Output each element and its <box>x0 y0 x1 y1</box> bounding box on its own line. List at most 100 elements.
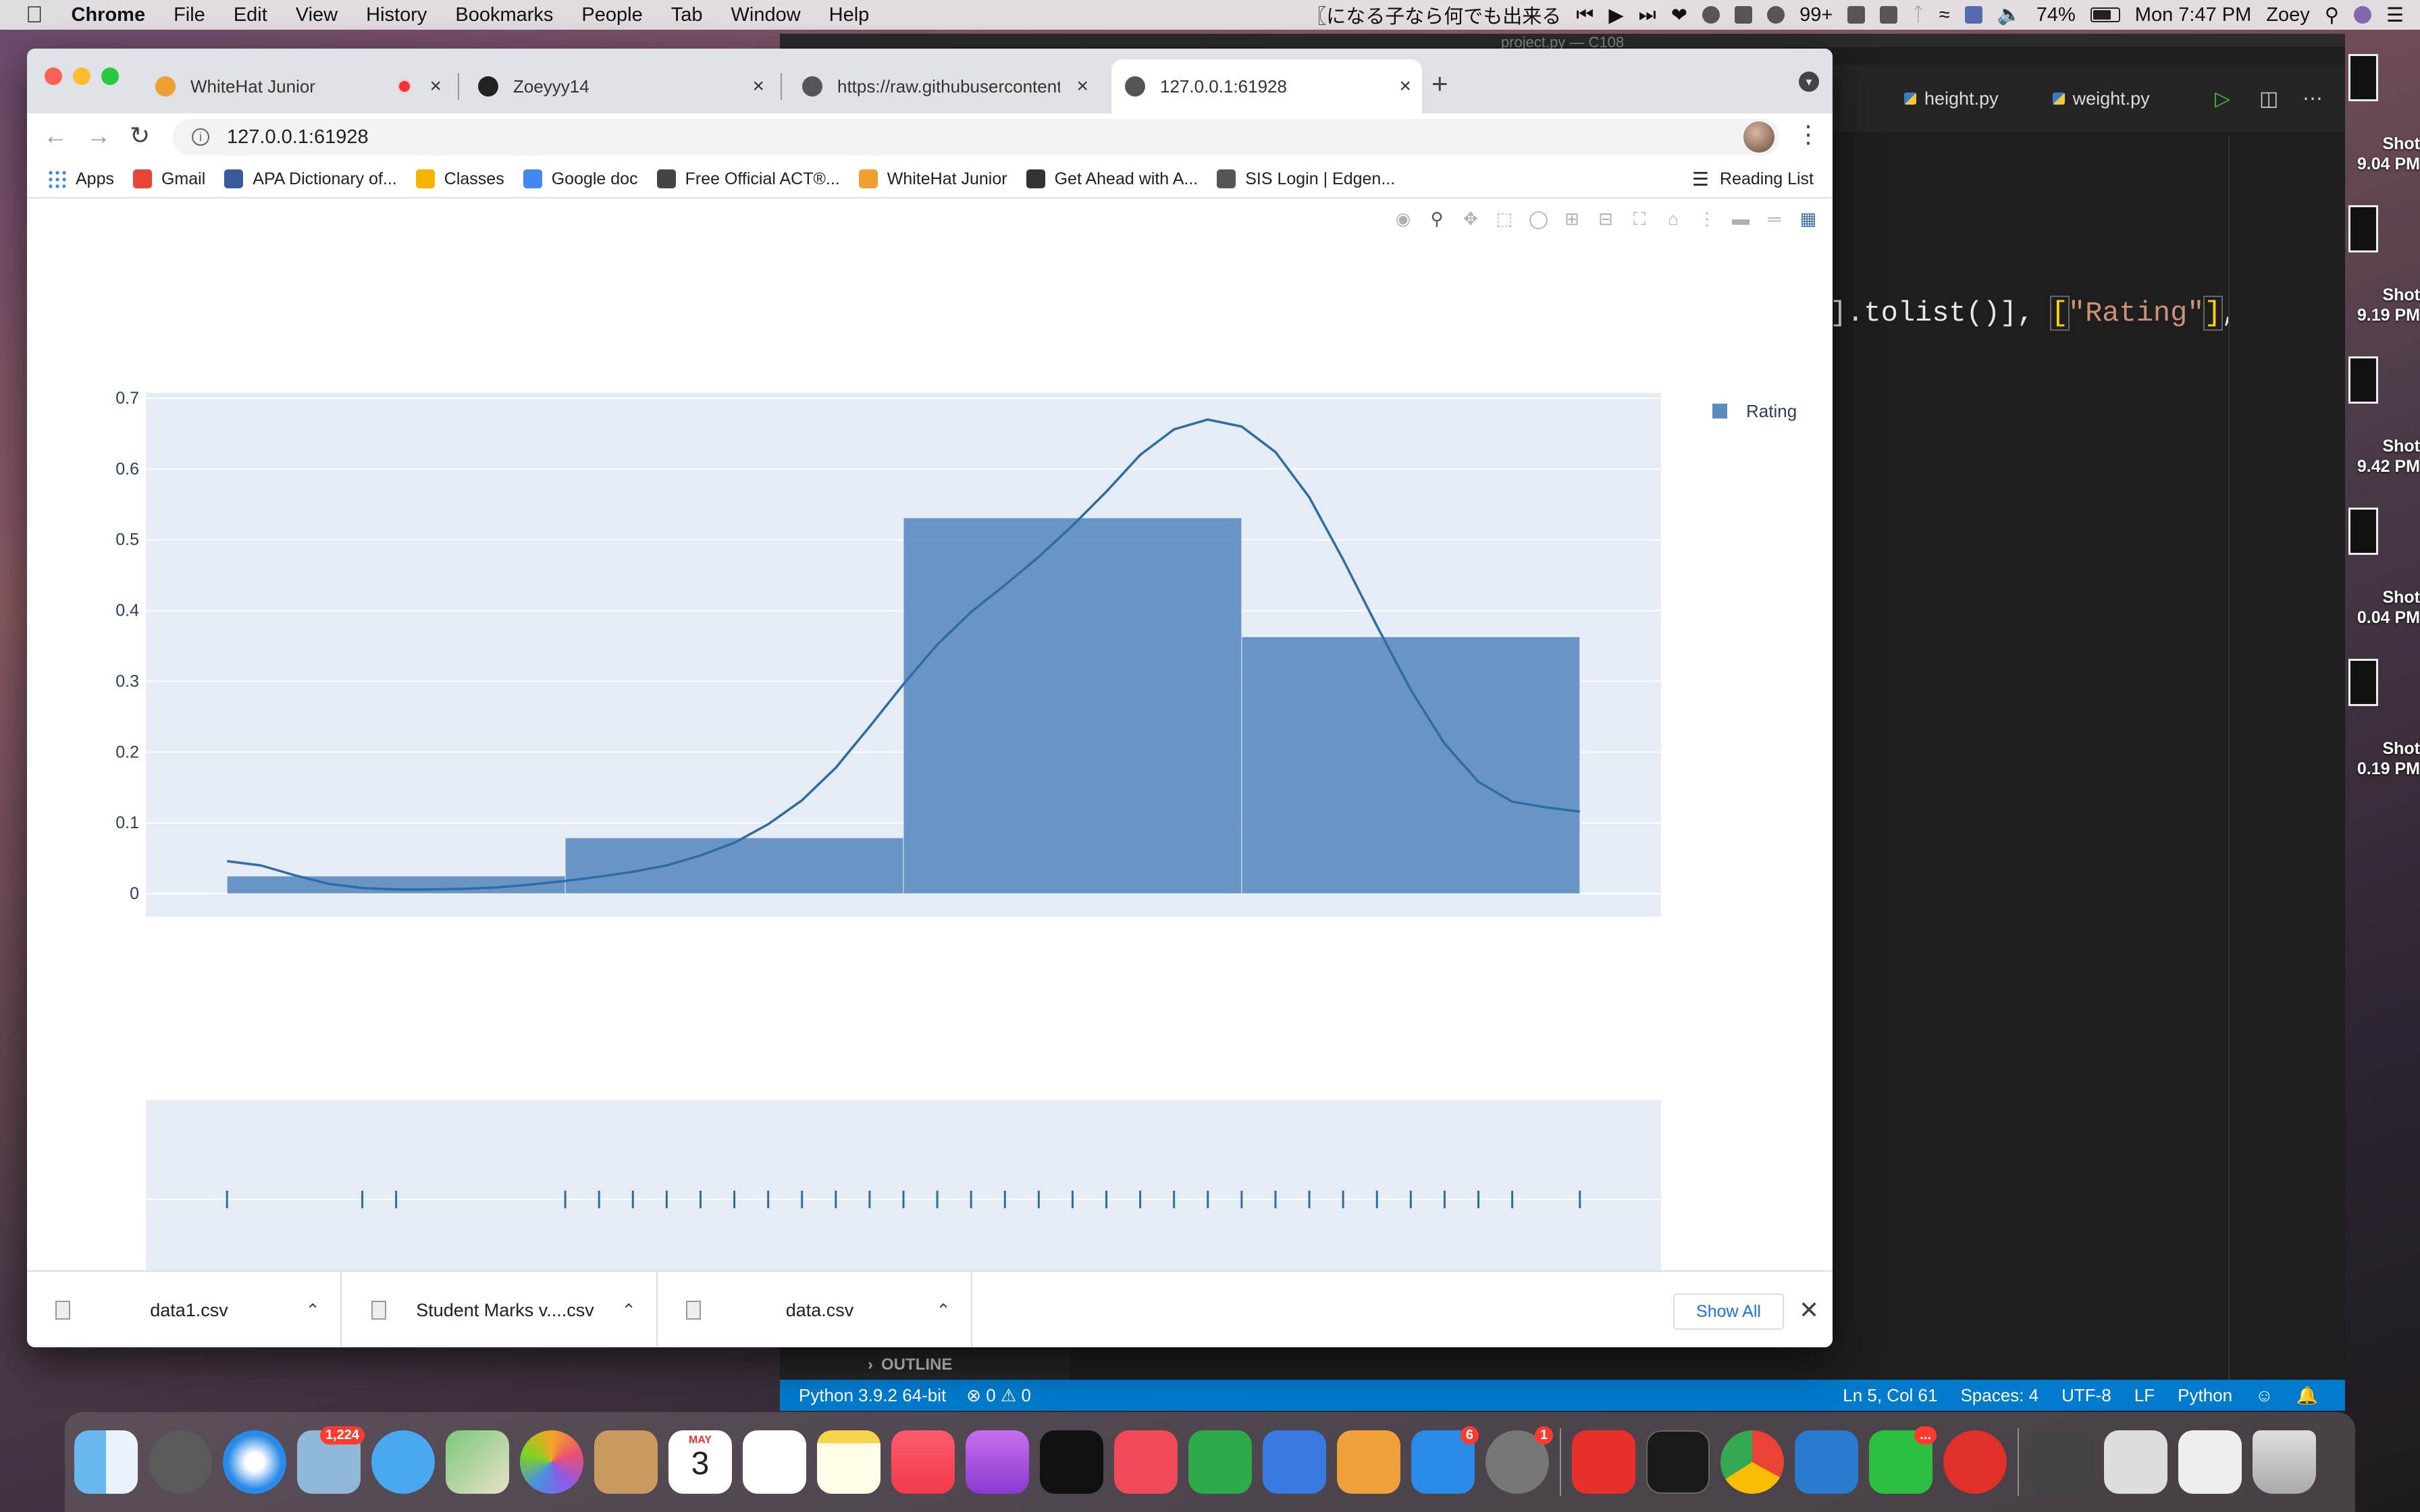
maps-icon[interactable] <box>446 1430 509 1494</box>
close-tab-icon[interactable]: × <box>752 75 764 98</box>
chevron-up-icon[interactable]: ⌃ <box>936 1300 951 1321</box>
notes-icon[interactable] <box>817 1430 880 1494</box>
browser-tab[interactable]: WhiteHat Junior × <box>142 59 452 113</box>
heart-icon[interactable]: ❤ <box>1671 3 1687 27</box>
site-info-icon[interactable]: i <box>192 128 209 146</box>
minimap[interactable] <box>2228 135 2330 1404</box>
minimize-window-button[interactable] <box>73 68 90 85</box>
code-line[interactable]: ].tolist()], ["Rating"], <box>1830 296 2238 331</box>
wifi-icon[interactable]: ≈ <box>1939 4 1950 26</box>
youdao-icon[interactable] <box>1572 1430 1635 1494</box>
volume-icon[interactable]: 🔈 <box>1997 3 2022 26</box>
new-tab-icon[interactable]: + <box>1431 68 1448 100</box>
menu-item-history[interactable]: History <box>366 4 427 26</box>
contacts-icon[interactable] <box>594 1430 658 1494</box>
photos-icon[interactable] <box>520 1430 583 1494</box>
outline-section[interactable]: › OUTLINE <box>780 1350 1070 1380</box>
close-tab-icon[interactable]: × <box>429 75 442 98</box>
more-actions-icon[interactable]: ⋯ <box>2303 87 2323 111</box>
bell-icon[interactable]: 🔔 <box>2296 1385 2318 1406</box>
run-icon[interactable]: ▷ <box>2215 87 2230 111</box>
calendar-icon[interactable]: MAY 3 <box>668 1430 732 1494</box>
notification-center-icon[interactable]: ☰ <box>2386 3 2404 27</box>
airplay-icon[interactable] <box>1880 6 1898 24</box>
more-menu-icon[interactable]: ⋮ <box>1796 120 1820 148</box>
finder-icon[interactable] <box>74 1430 138 1494</box>
zoom-window-button[interactable] <box>101 68 119 85</box>
bookmark-item[interactable]: Classes <box>415 169 504 189</box>
close-tab-icon[interactable]: × <box>1399 75 1411 98</box>
sync-icon[interactable] <box>1702 6 1720 24</box>
language-mode[interactable]: Python <box>2178 1385 2232 1406</box>
vscode-tab-weight[interactable]: weight.py <box>2026 88 2177 109</box>
download-item[interactable]: Student Marks v....csv ⌃ <box>343 1272 658 1347</box>
menu-item-file[interactable]: File <box>174 4 205 26</box>
clock[interactable]: Mon 7:47 PM <box>2135 4 2251 26</box>
apple-icon[interactable]:  <box>26 2 43 28</box>
messages-icon[interactable] <box>371 1430 435 1494</box>
recent-window-thumbnail[interactable] <box>2030 1430 2093 1494</box>
podcasts-icon[interactable] <box>966 1430 1029 1494</box>
bookmark-item[interactable]: Free Official ACT®... <box>656 169 840 189</box>
avatar[interactable] <box>1743 122 1774 153</box>
reading-list-button[interactable]: ☰ Reading List <box>1692 168 1814 190</box>
browser-tab[interactable]: https://raw.githubusercontent... × <box>789 59 1099 113</box>
numbers-icon[interactable] <box>1188 1430 1252 1494</box>
chevron-up-icon[interactable]: ⌃ <box>305 1300 320 1321</box>
close-window-button[interactable] <box>45 68 62 85</box>
chrome-icon[interactable] <box>1720 1430 1784 1494</box>
encoding[interactable]: UTF-8 <box>2061 1385 2111 1406</box>
siri-icon[interactable] <box>2354 6 2371 24</box>
menu-item-people[interactable]: People <box>581 4 642 26</box>
address-bar[interactable]: i 127.0.0.1:61928 ☆ <box>173 119 1780 155</box>
keynote-icon[interactable] <box>1263 1430 1326 1494</box>
url-text[interactable]: 127.0.0.1:61928 <box>227 126 369 148</box>
netease-music-icon[interactable] <box>1943 1430 2007 1494</box>
safari-icon[interactable] <box>223 1430 286 1494</box>
now-playing-text[interactable]: 〖になる子なら何でも出来る <box>1307 1 1561 29</box>
menu-item-help[interactable]: Help <box>829 4 870 26</box>
bookmark-item[interactable]: APA Dictionary of... <box>224 169 397 189</box>
bookmark-item[interactable]: SIS Login | Edgen... <box>1217 169 1395 189</box>
line-ending[interactable]: LF <box>2134 1385 2155 1406</box>
bluetooth-icon[interactable]: ᛏ <box>1912 4 1924 26</box>
feedback-icon[interactable]: ☺ <box>2255 1385 2273 1406</box>
launchpad-icon[interactable] <box>149 1430 212 1494</box>
chevron-up-icon[interactable]: ⌃ <box>621 1300 636 1321</box>
browser-tab[interactable]: Zoeyyy14 × <box>465 59 775 113</box>
wechat-icon[interactable]: ... <box>1869 1426 1937 1494</box>
play-icon[interactable]: ▶ <box>1608 3 1623 27</box>
download-item[interactable]: data1.csv ⌃ <box>27 1272 342 1347</box>
close-tab-icon[interactable]: × <box>1076 75 1088 98</box>
bookmark-item[interactable]: Google doc <box>523 169 638 189</box>
screenshot-file[interactable]: Shot 9.19 PM <box>2336 205 2420 340</box>
problems-count[interactable]: ⊗ 0 ⚠ 0 <box>966 1385 1031 1406</box>
trash-icon[interactable] <box>2253 1430 2316 1494</box>
indentation[interactable]: Spaces: 4 <box>1960 1385 2038 1406</box>
show-all-downloads-button[interactable]: Show All <box>1673 1293 1784 1330</box>
bookmark-item[interactable]: Gmail <box>132 169 205 189</box>
screenshot-file[interactable]: Shot 9.04 PM <box>2336 54 2420 189</box>
app-store-icon[interactable]: 6 <box>1411 1426 1479 1494</box>
browser-tab[interactable]: 127.0.0.1:61928 × <box>1111 59 1422 113</box>
dropbox-icon[interactable] <box>1735 6 1753 24</box>
reload-icon[interactable]: ↻ <box>130 122 150 150</box>
bookmark-item[interactable]: WhiteHat Junior <box>858 169 1007 189</box>
battery-icon[interactable] <box>2090 7 2120 22</box>
notifications-count[interactable]: 99+ <box>1799 4 1833 26</box>
bookmark-item[interactable]: Apps <box>47 169 114 189</box>
next-track-icon[interactable]: ⏭ <box>1639 4 1656 26</box>
download-item[interactable]: data.csv ⌃ <box>658 1272 972 1347</box>
screenshot-file[interactable]: Shot 0.19 PM <box>2336 659 2420 794</box>
forward-icon[interactable]: → <box>86 122 111 150</box>
pages-icon[interactable] <box>1337 1430 1400 1494</box>
back-icon[interactable]: ← <box>43 122 68 150</box>
vscode-icon[interactable] <box>1795 1430 1858 1494</box>
menu-item-view[interactable]: View <box>296 4 338 26</box>
menu-item-tab[interactable]: Tab <box>671 4 703 26</box>
flag-icon[interactable] <box>1964 6 1982 24</box>
mail-icon[interactable]: 1,224 <box>297 1426 365 1494</box>
reminders-icon[interactable] <box>743 1430 806 1494</box>
close-icon[interactable]: ✕ <box>1799 1296 1819 1324</box>
search-tray-icon[interactable] <box>1847 6 1866 24</box>
